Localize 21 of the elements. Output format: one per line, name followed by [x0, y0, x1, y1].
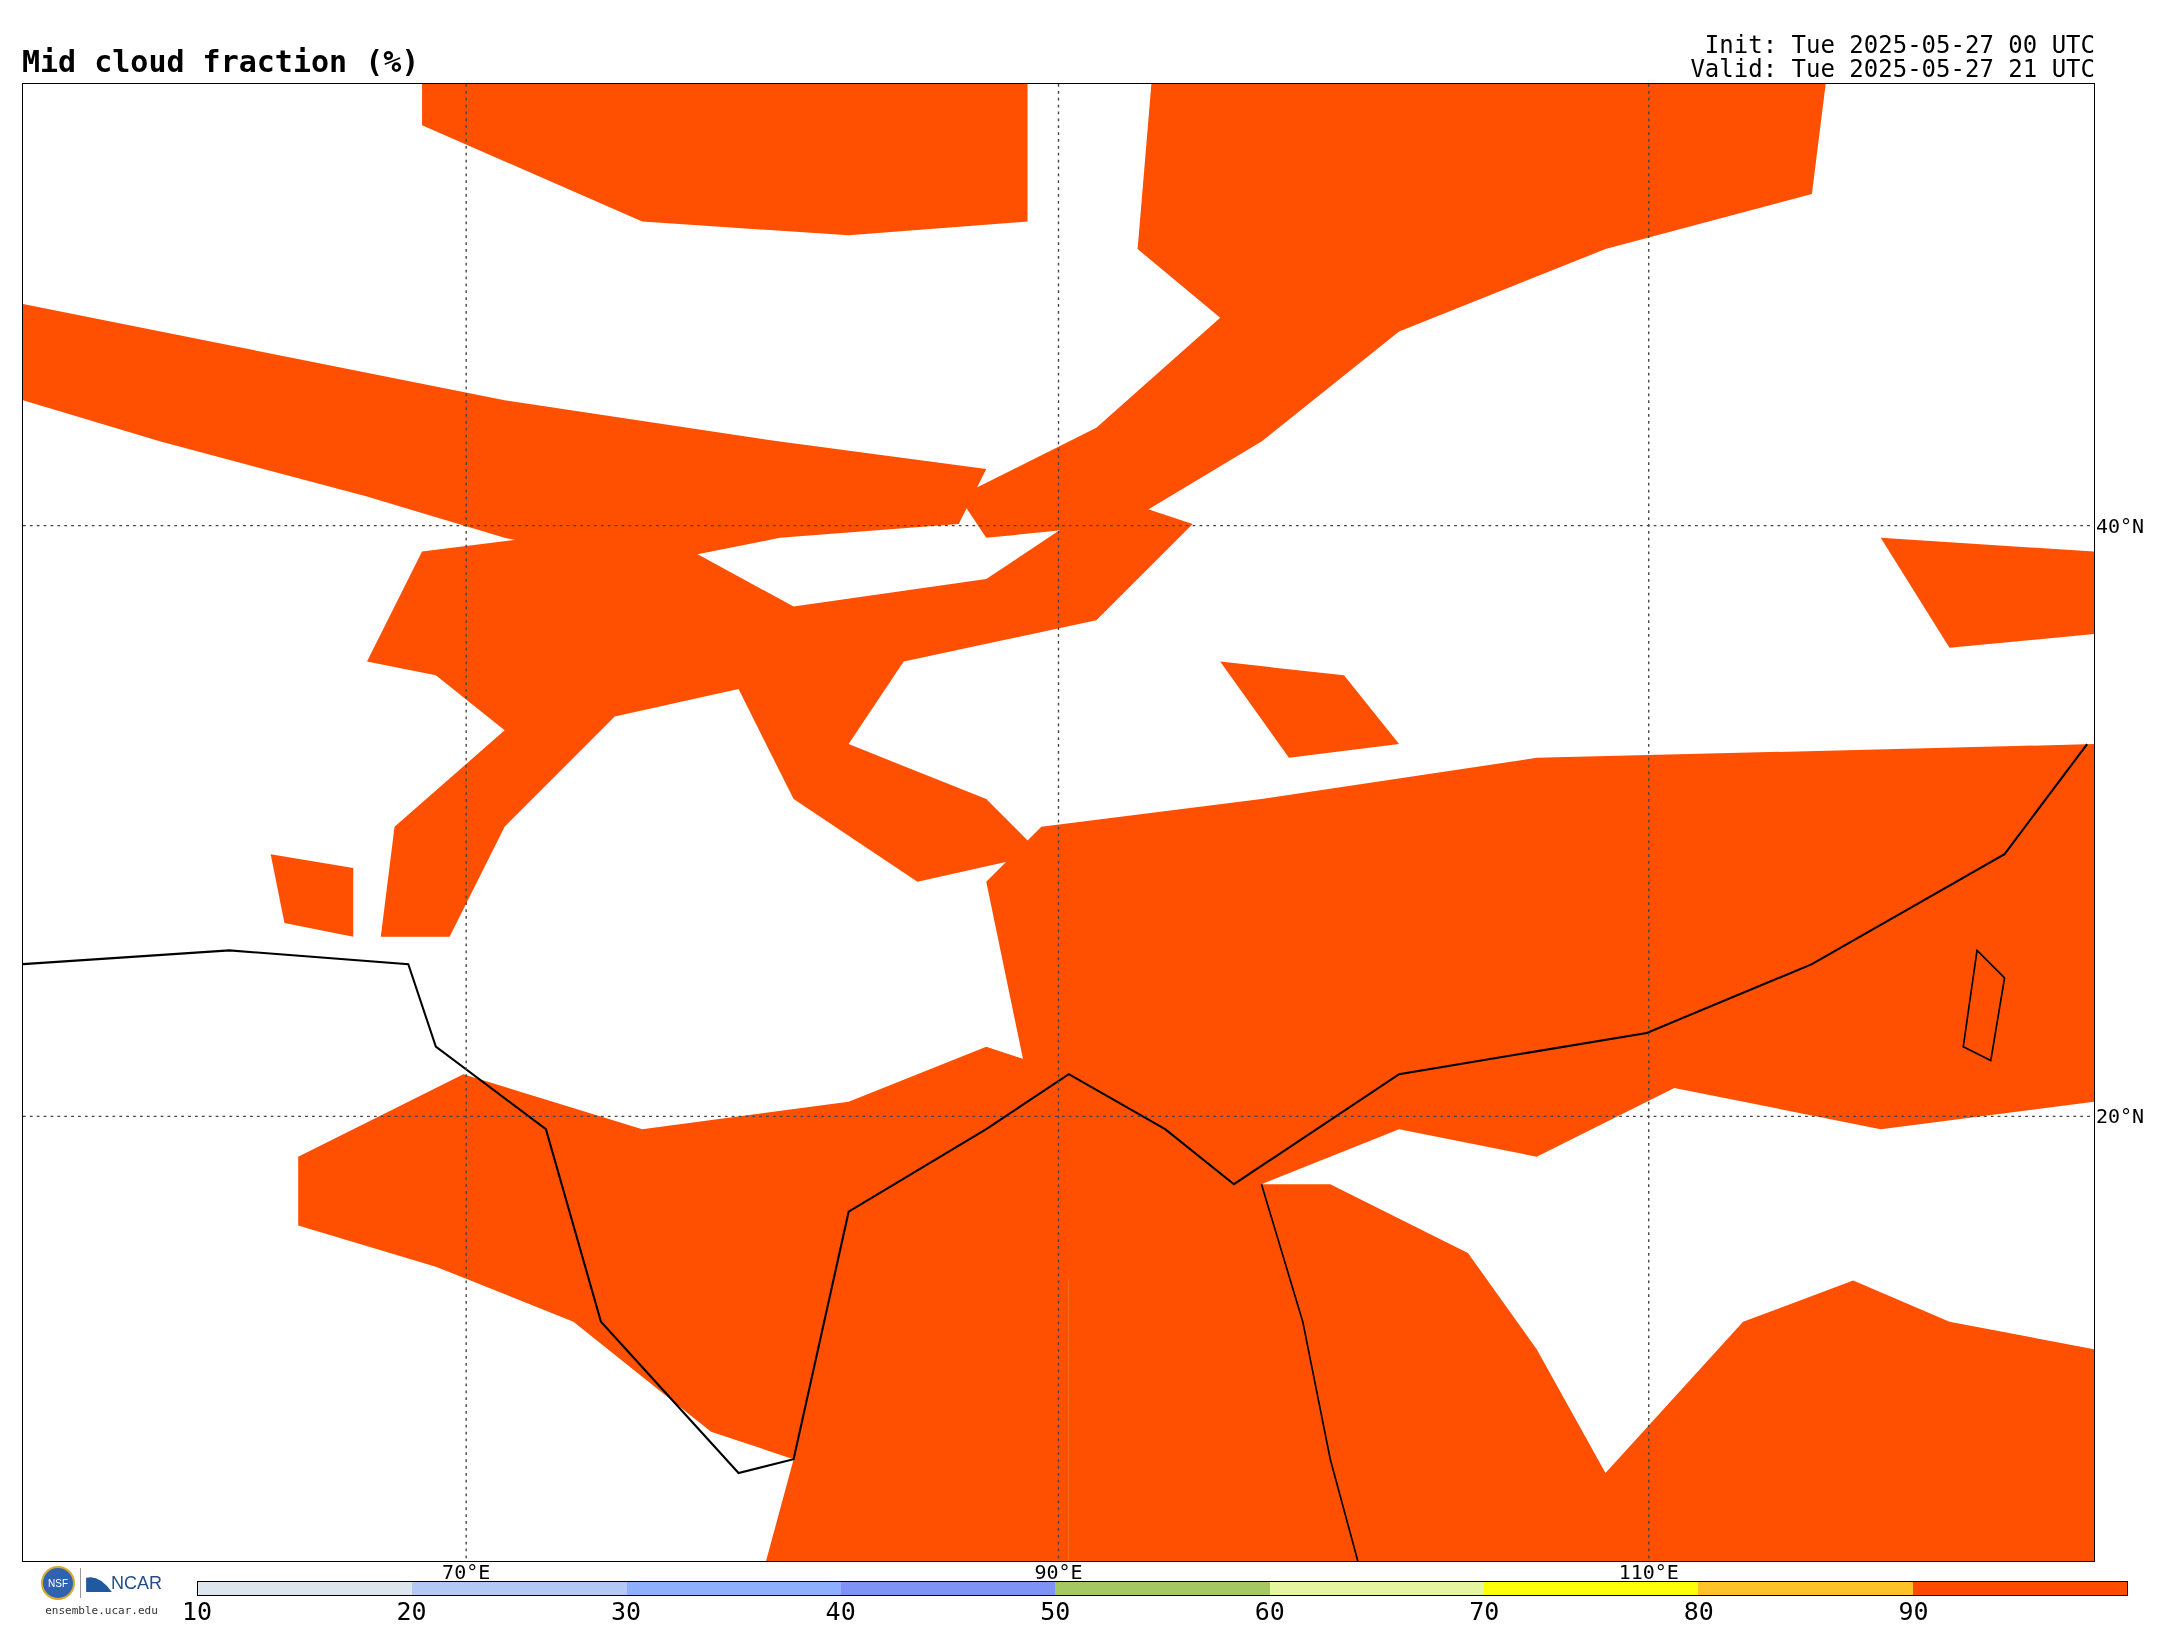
- colorbar-tick-label: 20: [396, 1598, 427, 1626]
- colorbar-tick-label: 90: [1898, 1598, 1929, 1626]
- colorbar-tick-label: 30: [611, 1598, 642, 1626]
- website-url: ensemble.ucar.edu: [45, 1604, 158, 1617]
- chart-title: Mid cloud fraction (%): [22, 47, 420, 77]
- colorbar-tick-label: 10: [181, 1598, 213, 1626]
- latitude-label: 40°N: [2096, 515, 2145, 536]
- colorbar-tick-label: 60: [1254, 1598, 1285, 1626]
- valid-time: Valid: Tue 2025-05-27 21 UTC: [1690, 57, 2095, 81]
- latitude-label: 20°N: [2096, 1106, 2145, 1127]
- longitude-label: 110°E: [1618, 1562, 1679, 1582]
- nsf-emblem-icon: NSF: [41, 1566, 75, 1600]
- colorbar-tick-label: 70: [1469, 1598, 1500, 1626]
- longitude-label: 90°E: [1034, 1562, 1083, 1582]
- colorbar-tick-label: 50: [1040, 1598, 1071, 1626]
- colorbar-tick-label: 40: [825, 1598, 856, 1626]
- longitude-label: 70°E: [442, 1562, 491, 1582]
- init-time: Init: Tue 2025-05-27 00 UTC: [1704, 33, 2095, 57]
- ncar-logo: NCAR: [111, 1572, 162, 1594]
- colorbar-tick-label: 80: [1683, 1598, 1714, 1626]
- mountain-icon: [86, 1574, 112, 1592]
